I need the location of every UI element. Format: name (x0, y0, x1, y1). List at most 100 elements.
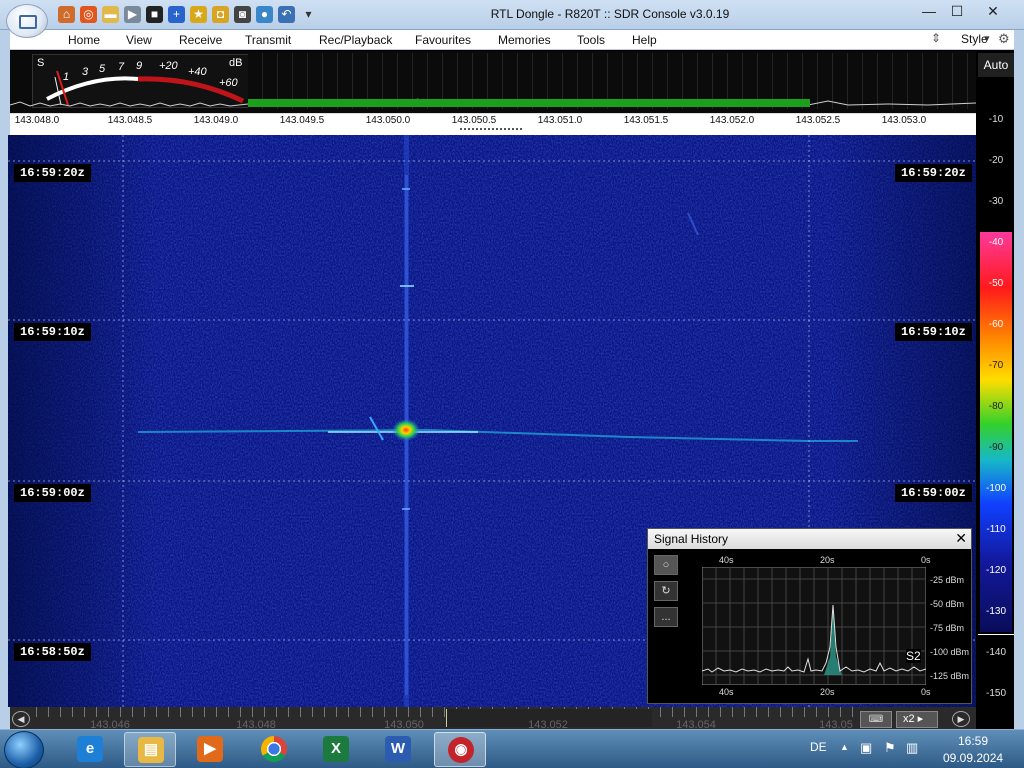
splitter-handle[interactable] (10, 127, 976, 135)
db-tick: -40 (988, 237, 1004, 248)
frequency-axis[interactable]: 143.048.0 143.048.5 143.049.0 143.049.5 … (10, 113, 976, 127)
title-bar: ⌂ ◎ ▬ ▶ ■ + ★ ◘ ◙ ● ↶ ▾ RTL Dongle - R82… (0, 0, 1024, 30)
app-menu-button[interactable] (6, 4, 48, 38)
menu-bar: Home View Receive Transmit Rec/Playback … (10, 30, 1014, 50)
history-y-label: -125 dBm (930, 671, 970, 681)
menu-transmit[interactable]: Transmit (245, 33, 291, 47)
tray-network-icon[interactable]: ▥ (906, 740, 918, 756)
scroll-right-icon[interactable]: ▶ (952, 711, 970, 727)
signal-history-title: Signal History (654, 532, 729, 546)
stop-icon[interactable]: ■ (146, 6, 163, 23)
plus-icon[interactable]: + (168, 6, 185, 23)
db-tick: -140 (985, 647, 1006, 658)
home-icon[interactable]: ⌂ (58, 6, 75, 23)
dropdown-icon[interactable]: ▾ (300, 6, 317, 23)
internet-explorer-icon[interactable]: e (64, 732, 116, 767)
menu-home[interactable]: Home (68, 33, 100, 47)
star-icon[interactable]: ★ (190, 6, 207, 23)
db-tick: -30 (988, 196, 1004, 207)
close-button[interactable]: ✕ (974, 1, 1012, 21)
language-indicator[interactable]: DE (810, 740, 827, 754)
media-player-icon[interactable]: ▶ (184, 732, 236, 767)
history-x-label: 20s (820, 555, 835, 565)
tray-device-icon[interactable]: ▣ (860, 740, 872, 756)
history-x-label: 40s (719, 555, 734, 565)
freq-tick: 143.053.0 (881, 115, 927, 126)
time-label-left: 16:59:00z (14, 484, 91, 502)
signal-history-plot (702, 567, 926, 685)
grid-icon (19, 15, 37, 29)
camera-icon[interactable]: ◙ (234, 6, 251, 23)
freq-tick: 143.051.5 (623, 115, 669, 126)
freq-tick: 143.052.5 (795, 115, 841, 126)
play-icon[interactable]: ▶ (124, 6, 141, 23)
time-label-right: 16:59:10z (895, 323, 972, 341)
freq-tick: 143.050.0 (365, 115, 411, 126)
lifebuoy-icon[interactable]: ◎ (80, 6, 97, 23)
sdr-console-taskbar-icon[interactable]: ◉ (434, 732, 486, 767)
zoom-button[interactable]: x2 ▸ (896, 711, 938, 728)
tray-flag-icon[interactable]: ⚑ (884, 740, 896, 756)
s-label: S (37, 57, 45, 69)
folder-icon[interactable]: ▬ (102, 6, 119, 23)
time-label-left: 16:58:50z (14, 643, 91, 661)
db-tick: -150 (985, 688, 1006, 699)
auto-button[interactable]: Auto (978, 53, 1014, 77)
spectrum-trace-left (10, 101, 248, 107)
colorbar-marker (978, 634, 1014, 635)
record-toggle-button[interactable]: ○ (654, 555, 678, 575)
signal-history-close-button[interactable]: ✕ (955, 530, 967, 547)
show-hidden-icons[interactable]: ▲ (840, 742, 849, 752)
window-title: RTL Dongle - R820T :: SDR Console v3.0.1… (490, 7, 730, 21)
history-x-label: 0s (921, 687, 931, 697)
style-cycle-icon[interactable]: ⇕ (931, 31, 941, 45)
signal-history-titlebar[interactable]: Signal History ✕ (648, 529, 971, 549)
excel-icon[interactable]: X (310, 732, 362, 767)
menu-tools[interactable]: Tools (577, 33, 605, 47)
scale-7: 7 (118, 61, 125, 73)
db-tick: -20 (988, 155, 1004, 166)
menu-receive[interactable]: Receive (179, 33, 222, 47)
db-tick: -100 (985, 483, 1006, 494)
clock-date[interactable]: 09.09.2024 (943, 751, 1003, 765)
time-label-left: 16:59:10z (14, 323, 91, 341)
freq-tick: 143.048.0 (14, 115, 60, 126)
clock-time[interactable]: 16:59 (958, 734, 988, 748)
word-icon[interactable]: W (372, 732, 424, 767)
maximize-button[interactable]: ☐ (944, 1, 970, 21)
freq-tick: 143.049.0 (193, 115, 239, 126)
scale-5: 5 (99, 63, 106, 75)
menu-memories[interactable]: Memories (498, 33, 551, 47)
chrome-icon[interactable] (248, 732, 300, 767)
db-tick: -110 (986, 524, 1006, 535)
undo-icon[interactable]: ↶ (278, 6, 295, 23)
reset-button[interactable]: ↻ (654, 581, 678, 601)
time-label-right: 16:59:20z (895, 164, 972, 182)
start-button[interactable] (4, 731, 44, 768)
settings-gear-icon[interactable]: ⚙ (998, 31, 1010, 47)
signal-level-bar (248, 99, 810, 107)
drop-icon[interactable]: ● (256, 6, 273, 23)
menu-rec-playback[interactable]: Rec/Playback (319, 33, 392, 47)
history-x-label: 20s (820, 687, 835, 697)
file-explorer-icon[interactable]: ▤ (124, 732, 176, 767)
freq-tick: 143.052.0 (709, 115, 755, 126)
menu-help[interactable]: Help (632, 33, 657, 47)
db-label: dB (229, 57, 243, 69)
scale-1: 1 (63, 71, 70, 83)
quick-access-toolbar: ⌂ ◎ ▬ ▶ ■ + ★ ◘ ◙ ● ↶ ▾ (58, 6, 317, 23)
db-tick: -80 (988, 401, 1004, 412)
minimize-button[interactable]: — (916, 1, 942, 21)
keyboard-icon[interactable]: ⌨ (860, 711, 892, 728)
history-x-label: 40s (719, 687, 734, 697)
scroll-left-icon[interactable]: ◀ (12, 711, 30, 727)
menu-view[interactable]: View (126, 33, 152, 47)
time-label-left: 16:59:20z (14, 164, 91, 182)
more-options-button[interactable]: ... (654, 607, 678, 627)
frequency-scroll-bar[interactable]: ◀ 143.046 143.048 143.050 143.052 143.05… (10, 707, 976, 731)
menu-favourites[interactable]: Favourites (415, 33, 471, 47)
history-x-label: 0s (921, 555, 931, 565)
window-frame-right (1014, 30, 1024, 730)
lock-icon[interactable]: ◘ (212, 6, 229, 23)
style-dropdown-icon[interactable]: ▾ (984, 32, 990, 45)
